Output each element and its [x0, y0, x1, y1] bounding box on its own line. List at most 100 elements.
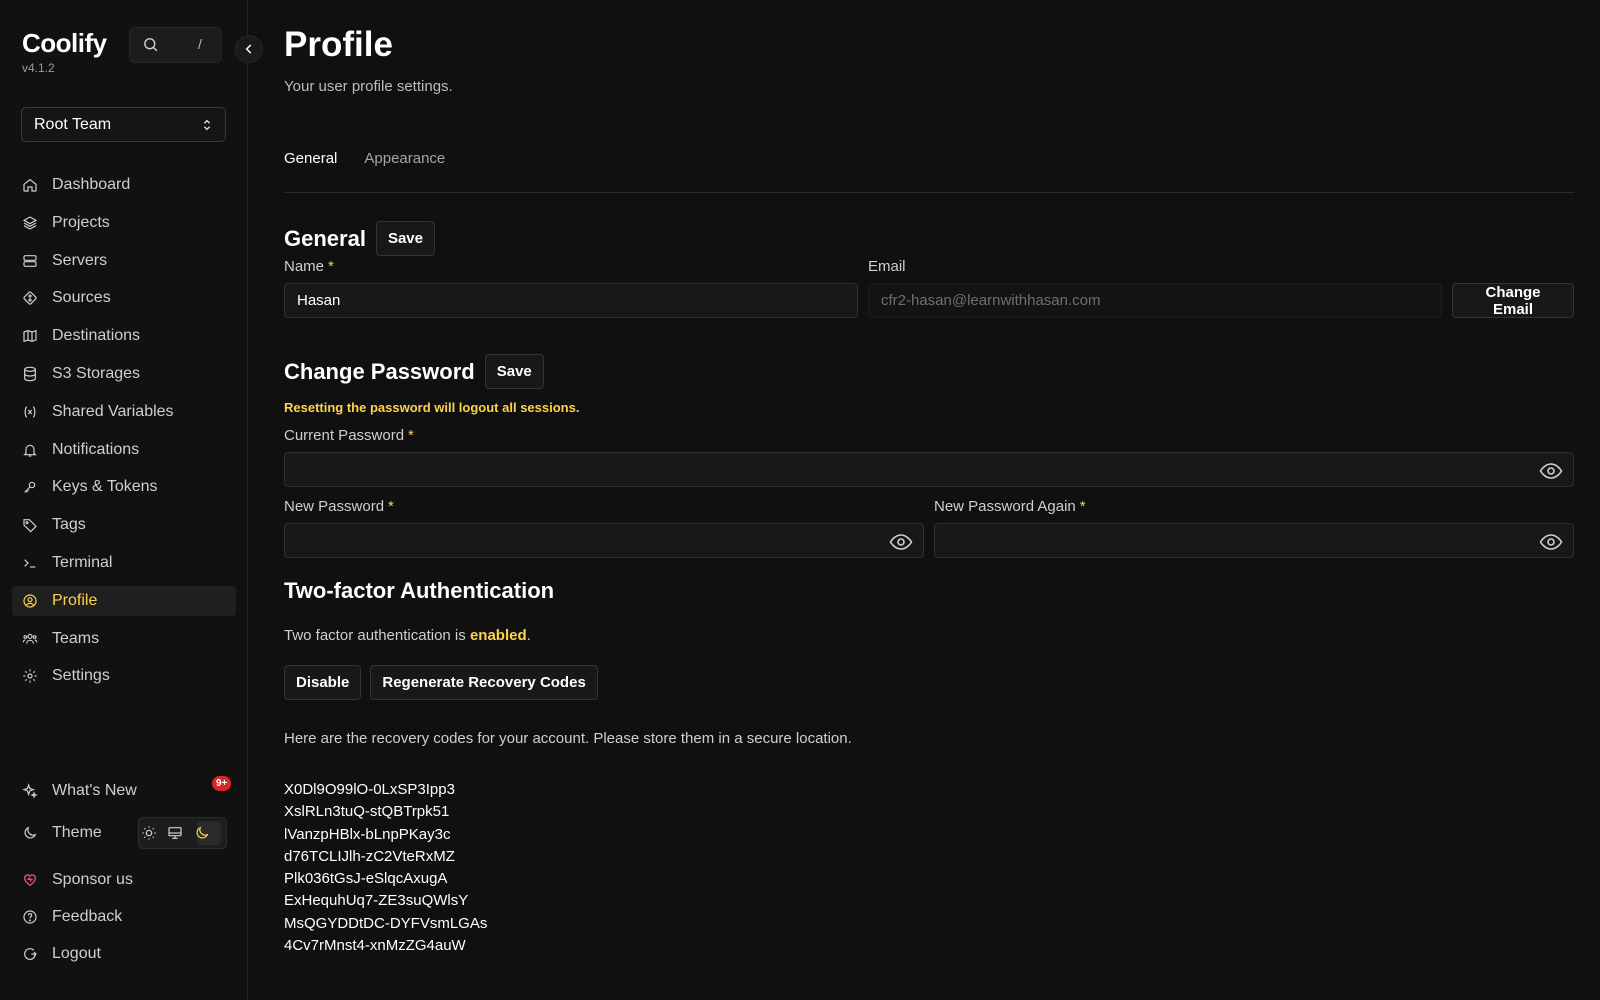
- profile-tabs: General Appearance: [284, 150, 1574, 193]
- current-password-label: Current Password *: [284, 427, 414, 444]
- recovery-code: ExHequhUq7-ZE3suQWlsY: [284, 892, 469, 910]
- page-subtitle: Your user profile settings.: [284, 78, 453, 95]
- general-heading: General: [284, 225, 366, 251]
- recovery-code: XslRLn3tuQ-stQBTrpk51: [284, 803, 450, 821]
- sidebar-item-sponsor[interactable]: Sponsor us: [12, 865, 236, 895]
- sidebar-item-whats-new[interactable]: What's New 9+: [12, 776, 236, 806]
- sidebar-item-s3-storages[interactable]: S3 Storages: [12, 359, 236, 389]
- sidebar-item-label: Destinations: [52, 327, 141, 345]
- chevron-up-down-icon: [203, 119, 211, 130]
- recovery-code: lVanzpHBlx-bLnpPKay3c: [284, 825, 451, 843]
- sidebar-item-label: Teams: [52, 629, 100, 647]
- gear-icon: [23, 669, 37, 684]
- general-save-button[interactable]: Save: [375, 221, 435, 256]
- sidebar-item-label: Keys & Tokens: [52, 478, 158, 496]
- password-warning: Resetting the password will logout all s…: [284, 400, 580, 415]
- tab-appearance[interactable]: Appearance: [364, 150, 445, 192]
- change-email-button[interactable]: Change Email: [1452, 283, 1574, 318]
- password-heading: Change Password: [284, 358, 475, 384]
- variable-icon: [24, 406, 36, 418]
- sidebar-item-destinations[interactable]: Destinations: [12, 321, 236, 351]
- sidebar-item-label: Notifications: [52, 440, 140, 458]
- email-input-value: cfr2-hasan@learnwithhasan.com: [881, 292, 1101, 309]
- theme-dark-button[interactable]: [196, 821, 221, 845]
- required-asterisk: *: [328, 258, 334, 275]
- sidebar-item-dashboard[interactable]: Dashboard: [12, 170, 236, 200]
- current-password-input[interactable]: [284, 452, 1574, 487]
- collapse-sidebar-button[interactable]: [235, 35, 263, 63]
- logout-icon: [24, 948, 37, 960]
- tfa-section-header: Two-factor Authentication: [284, 578, 564, 604]
- sidebar-item-label: Projects: [52, 213, 110, 231]
- sidebar-item-logout[interactable]: Logout: [12, 939, 236, 969]
- recovery-code: Plk036tGsJ-eSlqcAxugA: [284, 870, 448, 888]
- recovery-note: Here are the recovery codes for your acc…: [284, 730, 852, 747]
- tfa-text-prefix: Two factor authentication is: [284, 627, 470, 644]
- new-password-again-input[interactable]: [934, 523, 1574, 558]
- sidebar-item-label: Sponsor us: [52, 871, 133, 888]
- theme-system-button[interactable]: [168, 821, 194, 845]
- moon-icon: [24, 826, 37, 839]
- new-password-input[interactable]: [284, 523, 924, 558]
- team-select-value: Root Team: [34, 115, 112, 133]
- required-asterisk: *: [408, 427, 414, 444]
- sidebar-item-terminal[interactable]: Terminal: [12, 548, 236, 578]
- search-button[interactable]: /: [129, 27, 222, 63]
- heart-icon: [23, 874, 37, 887]
- search-icon: [142, 36, 159, 57]
- sidebar-item-label: Feedback: [52, 908, 123, 925]
- sidebar-item-servers[interactable]: Servers: [12, 246, 236, 276]
- bell-icon: [23, 444, 37, 457]
- tfa-text-suffix: .: [526, 627, 531, 644]
- sidebar-item-theme: Theme: [12, 817, 236, 849]
- tab-general[interactable]: General: [284, 150, 337, 192]
- sidebar-item-label: Shared Variables: [52, 402, 174, 420]
- terminal-icon: [24, 559, 36, 568]
- sidebar-item-teams[interactable]: Teams: [12, 624, 236, 654]
- server-icon: [23, 254, 37, 267]
- eye-icon[interactable]: [1539, 533, 1563, 555]
- recovery-code: MsQGYDDtDC-DYFVsmLGAs: [284, 914, 488, 932]
- sidebar-item-tags[interactable]: Tags: [12, 510, 236, 540]
- new-password-label: New Password *: [284, 498, 394, 515]
- brand-name[interactable]: Coolify: [22, 28, 107, 59]
- monitor-icon: [168, 827, 183, 839]
- sidebar-item-label: Logout: [52, 945, 101, 962]
- eye-icon[interactable]: [889, 533, 913, 555]
- regenerate-codes-button[interactable]: Regenerate Recovery Codes: [370, 665, 598, 700]
- sparkles-icon: [22, 783, 38, 799]
- disable-tfa-button[interactable]: Disable: [284, 665, 362, 700]
- new-password-again-label-text: New Password Again: [934, 498, 1076, 515]
- theme-light-button[interactable]: [142, 821, 168, 845]
- tfa-status: enabled: [469, 627, 527, 644]
- users-icon: [22, 633, 38, 644]
- sidebar-item-keys-tokens[interactable]: Keys & Tokens: [12, 472, 236, 502]
- password-save-button[interactable]: Save: [484, 354, 544, 389]
- recovery-code: d76TCLIJlh-zC2VteRxMZ: [284, 847, 455, 865]
- sidebar-item-sources[interactable]: Sources: [12, 283, 236, 313]
- home-icon: [23, 178, 37, 192]
- tfa-heading: Two-factor Authentication: [284, 578, 555, 603]
- password-section-header: Change Password Save: [284, 354, 544, 389]
- chevron-left-icon: [245, 44, 252, 54]
- sidebar-item-feedback[interactable]: Feedback: [12, 902, 236, 932]
- name-input[interactable]: Hasan: [284, 283, 858, 318]
- required-asterisk: *: [1079, 498, 1086, 515]
- sidebar-item-settings[interactable]: Settings: [12, 661, 236, 691]
- email-input: cfr2-hasan@learnwithhasan.com: [868, 283, 1442, 318]
- layers-icon: [22, 216, 38, 230]
- sidebar-item-profile[interactable]: Profile: [12, 585, 236, 616]
- tfa-actions: Disable Regenerate Recovery Codes: [284, 665, 598, 700]
- tfa-status-text: Two factor authentication is enabled.: [284, 627, 531, 644]
- theme-toggle: [138, 817, 227, 849]
- sidebar-item-projects[interactable]: Projects: [12, 208, 236, 238]
- help-circle-icon: [23, 910, 37, 924]
- sidebar-item-label: What's New: [52, 782, 137, 799]
- sidebar-item-notifications[interactable]: Notifications: [12, 435, 236, 465]
- sidebar-item-label: Terminal: [52, 553, 113, 571]
- sidebar-item-shared-variables[interactable]: Shared Variables: [12, 397, 236, 427]
- team-select[interactable]: Root Team: [21, 107, 226, 142]
- sidebar-item-label: Dashboard: [52, 176, 131, 193]
- eye-icon[interactable]: [1539, 462, 1563, 484]
- sidebar: Coolify v4.1.2 / Root Team Dashboard Pro…: [0, 0, 263, 1000]
